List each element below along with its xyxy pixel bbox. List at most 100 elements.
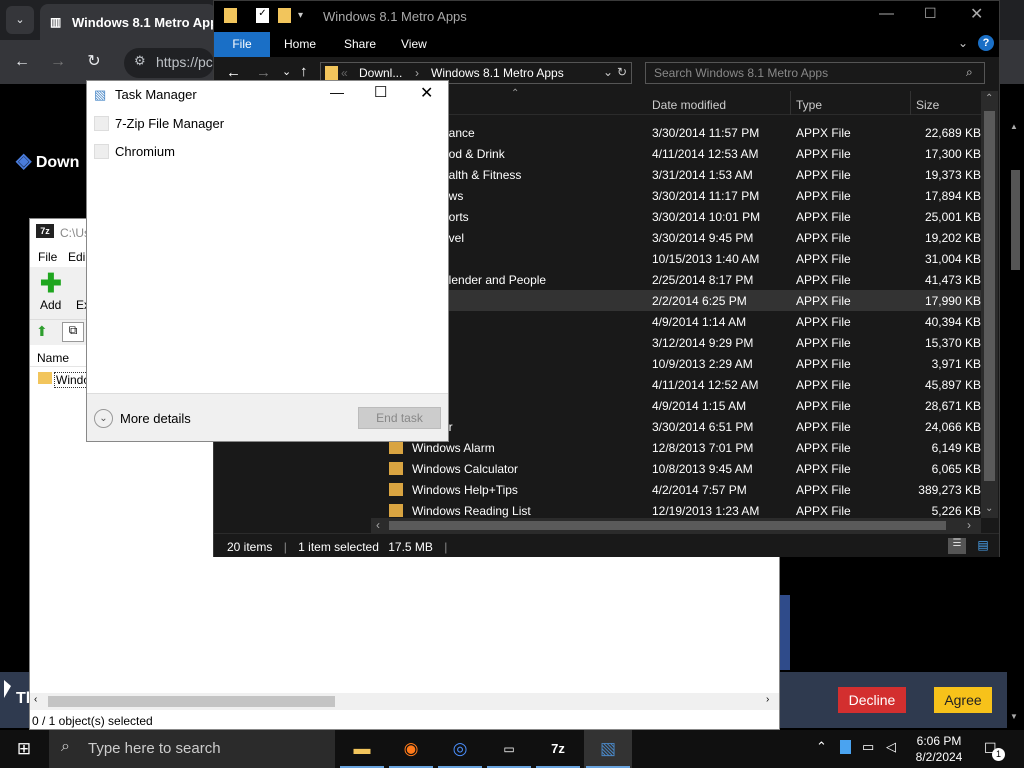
more-details-link[interactable]: More details xyxy=(120,411,191,426)
file-row[interactable]: avel 3/30/2014 9:45 PM APPX File 19,202 KB xyxy=(371,227,981,248)
scroll-up-icon[interactable]: ▲ xyxy=(1010,122,1018,131)
show-hidden-icons-icon[interactable]: ⌃ xyxy=(816,739,827,755)
file-row[interactable]: ports 3/30/2014 10:01 PM APPX File 25,001 K… xyxy=(371,206,981,227)
column-date[interactable]: Date modified xyxy=(652,98,726,112)
tab-search-button[interactable]: ⌄ xyxy=(6,6,34,34)
file-list-hscroll[interactable]: ‹ › xyxy=(371,518,981,533)
file-row[interactable]: 10/15/2013 1:40 AM APPX File 31,004 KB xyxy=(371,248,981,269)
properties-icon[interactable]: ✓ xyxy=(256,8,269,23)
agree-button[interactable]: Agree xyxy=(934,687,992,713)
scroll-right-icon[interactable]: › xyxy=(967,518,971,532)
scroll-left-icon[interactable]: ‹ xyxy=(376,518,380,532)
tab-file[interactable]: File xyxy=(214,32,270,57)
address-more-icon[interactable]: « xyxy=(341,66,348,80)
file-row[interactable]: 4/9/2014 1:14 AM APPX File 40,394 KB xyxy=(371,311,981,332)
breadcrumb-chevron-icon[interactable]: › xyxy=(415,66,419,80)
file-row[interactable]: 10/9/2013 2:29 AM APPX File 3,971 KB xyxy=(371,353,981,374)
column-name[interactable]: Name xyxy=(37,351,69,365)
column-divider[interactable] xyxy=(790,91,791,115)
add-icon[interactable]: ✚ xyxy=(40,270,62,296)
scroll-down-icon[interactable]: ▼ xyxy=(1010,712,1018,721)
process-item[interactable]: 7-Zip File Manager xyxy=(87,109,448,137)
7zip-icon[interactable]: 7z xyxy=(534,730,582,768)
customize-qat-icon[interactable]: ▾ xyxy=(298,10,303,21)
browser-tab[interactable]: ▥ Windows 8.1 Metro Apps xyxy=(40,4,216,40)
tab-home[interactable]: Home xyxy=(274,32,326,57)
chevron-down-icon[interactable]: ⌄ xyxy=(94,409,113,428)
expand-ribbon-icon[interactable]: ⌄ xyxy=(958,36,968,50)
scroll-up-icon[interactable]: ⌃ xyxy=(985,93,993,104)
7zip-hscroll[interactable]: ‹ › xyxy=(30,693,779,710)
help-icon[interactable]: ? xyxy=(978,35,994,51)
7zip-menu-edit[interactable]: Edi xyxy=(68,250,85,264)
file-row[interactable]: 2/2/2014 6:25 PM APPX File 17,990 KB xyxy=(371,290,981,311)
scroll-down-icon[interactable]: ⌄ xyxy=(985,503,993,514)
scrollbar-thumb[interactable] xyxy=(1011,170,1020,270)
address-dropdown-icon[interactable]: ⌄ xyxy=(603,65,613,79)
tab-view[interactable]: View xyxy=(391,32,437,57)
file-row[interactable]: ood & Drink 4/11/2014 12:53 AM APPX File 17… xyxy=(371,143,981,164)
network-icon[interactable]: ▭ xyxy=(862,739,874,755)
end-task-button[interactable]: End task xyxy=(358,407,441,429)
start-icon[interactable]: ⊞ xyxy=(0,730,48,768)
file-row[interactable]: ealth & Fitness 3/31/2014 1:53 AM APPX Fil… xyxy=(371,164,981,185)
details-view-icon[interactable]: ☰ xyxy=(948,538,966,554)
refresh-icon[interactable]: ↻ xyxy=(617,65,627,79)
forward-icon[interactable]: → xyxy=(44,48,72,76)
scrollbar-thumb[interactable] xyxy=(984,111,995,481)
file-row[interactable]: alender and People 2/25/2014 8:17 PM APPX … xyxy=(371,269,981,290)
7zip-menu-file[interactable]: File xyxy=(38,250,57,264)
clock[interactable]: 6:06 PM 8/2/2024 xyxy=(900,731,978,767)
back-icon[interactable]: ← xyxy=(226,64,241,81)
minimize-button[interactable]: — xyxy=(879,5,894,22)
forward-icon[interactable]: → xyxy=(256,64,271,81)
page-scrollbar[interactable]: ▲ ▼ xyxy=(1007,120,1024,728)
file-row[interactable]: Windows Alarm 12/8/2013 7:01 PM APPX File 6… xyxy=(371,437,981,458)
decline-button[interactable]: Decline xyxy=(838,687,906,713)
maximize-button[interactable]: ☐ xyxy=(374,83,387,101)
file-row[interactable]: nance 3/30/2014 11:57 PM APPX File 22,689 K… xyxy=(371,122,981,143)
firefox-icon[interactable]: ◉ xyxy=(387,730,435,768)
file-row[interactable]: 3/12/2014 9:29 PM APPX File 15,370 KB xyxy=(371,332,981,353)
file-row[interactable]: Windows Calculator 10/8/2013 9:45 AM APPX … xyxy=(371,458,981,479)
maximize-button[interactable]: ☐ xyxy=(924,5,937,22)
scrollbar-thumb[interactable] xyxy=(48,696,335,707)
reload-icon[interactable]: ↻ xyxy=(80,48,108,76)
scroll-left-icon[interactable]: ‹ xyxy=(34,694,37,705)
column-divider[interactable] xyxy=(910,91,911,115)
column-type[interactable]: Type xyxy=(796,98,822,112)
breadcrumb-current[interactable]: Windows 8.1 Metro Apps xyxy=(431,66,564,80)
file-row[interactable]: 4/9/2014 1:15 AM APPX File 28,671 KB xyxy=(371,395,981,416)
recent-locations-icon[interactable]: ⌄ xyxy=(282,65,291,78)
new-folder-icon[interactable] xyxy=(278,8,291,23)
close-button[interactable]: ✕ xyxy=(420,83,433,103)
tray-app-icon[interactable] xyxy=(840,740,851,754)
file-row[interactable]: er3/30/2014 6:51 PMAPPX File24,066 KB xyxy=(371,416,981,437)
scrollbar-thumb[interactable] xyxy=(389,521,946,530)
large-icons-view-icon[interactable]: ▤ xyxy=(974,538,992,554)
up-icon[interactable]: ↑ xyxy=(300,63,308,80)
close-button[interactable]: ✕ xyxy=(970,4,983,24)
back-icon[interactable]: ← xyxy=(8,48,36,76)
chromium-icon[interactable]: ◎ xyxy=(436,730,484,768)
file-row[interactable]: ews 3/30/2014 11:17 PM APPX File 17,894 KB xyxy=(371,185,981,206)
address-bar[interactable]: ⚙ https://pc xyxy=(124,48,214,78)
file-row[interactable]: Windows Reading List 12/19/2013 1:23 AM AP… xyxy=(371,500,981,518)
terminal-icon[interactable]: ▭ xyxy=(485,730,533,768)
process-item[interactable]: Chromium xyxy=(87,137,448,165)
file-explorer-icon[interactable]: ▬ xyxy=(338,730,386,768)
minimize-button[interactable]: — xyxy=(330,84,344,100)
volume-icon[interactable]: ◁ xyxy=(886,739,896,755)
scroll-right-icon[interactable]: › xyxy=(766,694,769,705)
taskbar-search[interactable]: ⌕ Type here to search xyxy=(49,730,335,768)
tab-share[interactable]: Share xyxy=(334,32,386,57)
file-row[interactable]: 4/11/2014 12:52 AM APPX File 45,897 KB xyxy=(371,374,981,395)
breadcrumb-parent[interactable]: Downl... xyxy=(359,66,402,80)
file-list-vscroll[interactable]: ⌃ ⌄ xyxy=(981,91,998,518)
column-size[interactable]: Size xyxy=(916,98,939,112)
search-input[interactable]: Search Windows 8.1 Metro Apps ⌕ xyxy=(645,62,985,84)
site-logo[interactable]: ◈ Down xyxy=(16,148,79,173)
browse-icon[interactable]: ⧉ xyxy=(62,322,84,342)
file-row[interactable]: Windows Help+Tips 4/2/2014 7:57 PM APPX Fi… xyxy=(371,479,981,500)
task-manager-icon[interactable]: ▧ xyxy=(584,730,632,768)
